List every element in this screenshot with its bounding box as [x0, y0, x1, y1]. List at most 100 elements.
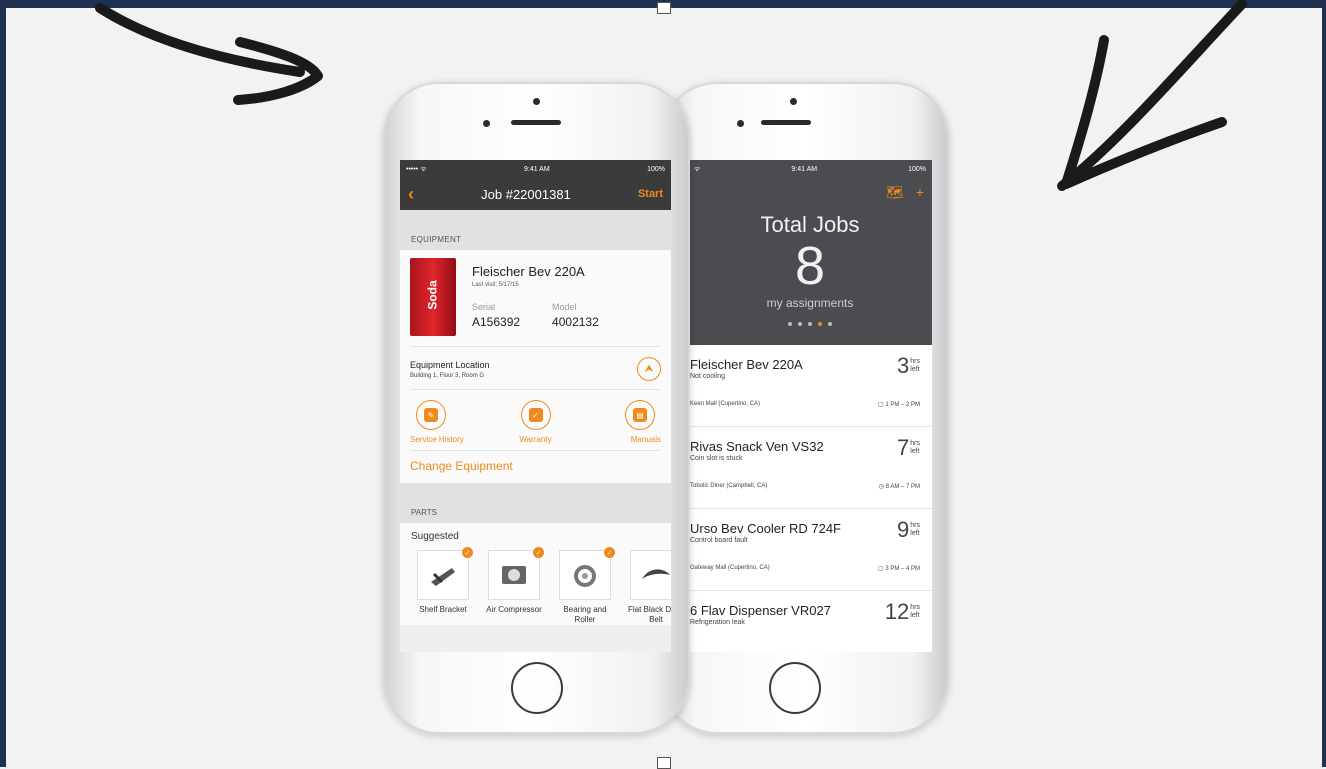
battery-indicator: 100% — [908, 165, 926, 173]
job-time-window: ▢ 3 PM – 4 PM — [877, 566, 920, 572]
equipment-section-header: EQUIPMENT — [400, 210, 671, 250]
resize-handle-top[interactable] — [657, 2, 671, 14]
service-history-button[interactable]: ✎ Service History — [410, 400, 490, 444]
job-title: Rivas Snack Ven VS32 — [690, 439, 824, 454]
part-image: + — [630, 550, 671, 600]
selected-check-icon: ✓ — [462, 547, 473, 558]
home-button[interactable] — [511, 662, 563, 714]
page-indicator[interactable] — [688, 322, 932, 326]
part-label: Shelf Bracket — [419, 605, 467, 614]
job-title: Fleischer Bev 220A — [690, 357, 803, 372]
change-equipment-link[interactable]: Change Equipment — [410, 450, 661, 483]
part-label: Bearing and Roller — [563, 605, 607, 624]
start-button[interactable]: Start — [638, 188, 663, 200]
part-image: ✓ — [417, 547, 473, 600]
last-visit: Last visit: 5/17/15 — [472, 282, 519, 288]
equipment-actions: ✎ Service History ✓ Warranty ▤ Manuals — [410, 389, 661, 450]
page-dot-active[interactable] — [818, 322, 822, 326]
part-tile[interactable]: ✓ Shelf Bracket — [411, 547, 475, 625]
window-left-edge — [0, 0, 6, 767]
part-image: ✓ — [559, 547, 615, 600]
suggested-label: Suggested — [411, 531, 459, 542]
total-jobs-count: 8 — [794, 236, 826, 296]
serial-value: A156392 — [472, 315, 521, 329]
job-issue: Not cooling — [690, 373, 726, 380]
hours-left-value: 12 — [884, 599, 910, 624]
status-bar: ••••• ᯤ 9:41 AM 100% — [400, 160, 671, 178]
equipment-location-row[interactable]: Equipment Location Building 1, Floor 3, … — [410, 346, 661, 389]
hours-left-unit: hrs left — [910, 440, 920, 455]
total-jobs-header: ᯤ 9:41 AM 100% 🗺 + Total Jobs 8 my assig… — [688, 160, 932, 345]
model-label: Model — [552, 302, 577, 312]
navigate-icon[interactable]: ⮝ — [637, 357, 661, 381]
warranty-label: Warranty — [519, 435, 552, 444]
job-list-screen: ᯤ 9:41 AM 100% 🗺 + Total Jobs 8 my assig… — [688, 160, 932, 652]
map-icon[interactable]: 🗺 — [886, 184, 904, 201]
part-label: Flat Black Drive Belt — [627, 605, 671, 624]
hours-left-unit: hrs left — [910, 604, 920, 619]
equipment-image-text: Soda — [425, 280, 440, 310]
hours-left: 7 hrs left — [897, 437, 920, 459]
sensor-icon — [483, 120, 490, 127]
job-time-window: ▢ 1 PM – 2 PM — [877, 402, 920, 408]
assignments-label: my assignments — [766, 296, 854, 310]
hours-left-value: 7 — [897, 435, 910, 460]
front-camera-icon — [533, 98, 540, 105]
part-tile[interactable]: ✓ Air Compressor — [482, 547, 546, 625]
page-dot[interactable] — [798, 322, 802, 326]
parts-section-header: PARTS — [400, 483, 671, 523]
selected-check-icon: ✓ — [533, 547, 544, 558]
manuals-label: Manuals — [630, 435, 661, 444]
page-title: Job #22001381 — [481, 186, 571, 202]
home-button[interactable] — [769, 662, 821, 714]
manuals-button[interactable]: ▤ Manuals — [581, 400, 661, 444]
wrench-icon: ✎ — [416, 400, 446, 430]
location-title: Equipment Location — [410, 359, 490, 370]
job-list: Fleischer Bev 220A Not cooling Keen Mall… — [688, 345, 932, 652]
hours-left: 3 hrs left — [897, 355, 920, 377]
model-value: 4002132 — [552, 315, 599, 329]
part-image: ✓ — [488, 547, 544, 600]
hours-left: 12 hrs left — [885, 601, 920, 623]
part-label: Air Compressor — [486, 605, 542, 614]
signal-indicator: ᯤ — [694, 165, 701, 173]
location-detail: Building 1, Floor 3, Room G — [410, 372, 485, 379]
back-chevron-icon[interactable]: ‹ — [408, 184, 414, 205]
resize-handle-bottom[interactable] — [657, 757, 671, 769]
total-jobs-label: Total Jobs — [760, 212, 860, 237]
arrow-right-icon — [1057, 0, 1247, 191]
selected-check-icon: ✓ — [604, 547, 615, 558]
serial-label: Serial — [472, 302, 496, 312]
job-list-item[interactable]: Fleischer Bev 220A Not cooling Keen Mall… — [688, 345, 932, 427]
parts-section: Suggested ✓ Shelf Bracket ✓ Air Compress… — [400, 523, 671, 625]
nav-bar: ‹ Job #22001381 Start — [400, 178, 671, 210]
job-list-item[interactable]: 6 Flav Dispenser VR027 Refrigeration lea… — [688, 591, 932, 652]
page-dot[interactable] — [828, 322, 832, 326]
window-right-edge — [1322, 0, 1326, 767]
job-list-item[interactable]: Rivas Snack Ven VS32 Coin slot is stuck … — [688, 427, 932, 509]
hours-left-unit: hrs left — [910, 358, 920, 373]
part-tile[interactable]: ✓ Bearing and Roller — [553, 547, 617, 625]
page-dot[interactable] — [808, 322, 812, 326]
hours-left-value: 3 — [897, 353, 910, 378]
book-icon: ▤ — [625, 400, 655, 430]
job-issue: Coin slot is stuck — [690, 455, 743, 462]
hours-left-value: 9 — [897, 517, 910, 542]
add-icon[interactable]: + — [916, 184, 924, 201]
part-tile[interactable]: + Flat Black Drive Belt — [624, 550, 671, 625]
status-time: 9:41 AM — [524, 165, 550, 173]
equipment-image: Soda — [410, 258, 456, 336]
job-issue: Control board fault — [690, 537, 748, 544]
carrier-signal: ••••• ᯤ — [406, 165, 427, 173]
equipment-card: Soda Fleischer Bev 220A Last visit: 5/17… — [400, 250, 671, 483]
battery-indicator: 100% — [647, 165, 665, 173]
job-time-window: ◷ 8 AM – 7 PM — [878, 484, 920, 490]
page-dot[interactable] — [788, 322, 792, 326]
warranty-button[interactable]: ✓ Warranty — [496, 400, 576, 444]
status-time: 9:41 AM — [791, 165, 818, 173]
job-list-item[interactable]: Urso Bev Cooler RD 724F Control board fa… — [688, 509, 932, 591]
suggested-parts: ✓ Shelf Bracket ✓ Air Compressor ✓ Beari… — [411, 547, 671, 625]
earpiece-speaker — [511, 120, 561, 125]
shield-icon: ✓ — [520, 400, 551, 430]
front-camera-icon — [790, 98, 797, 105]
